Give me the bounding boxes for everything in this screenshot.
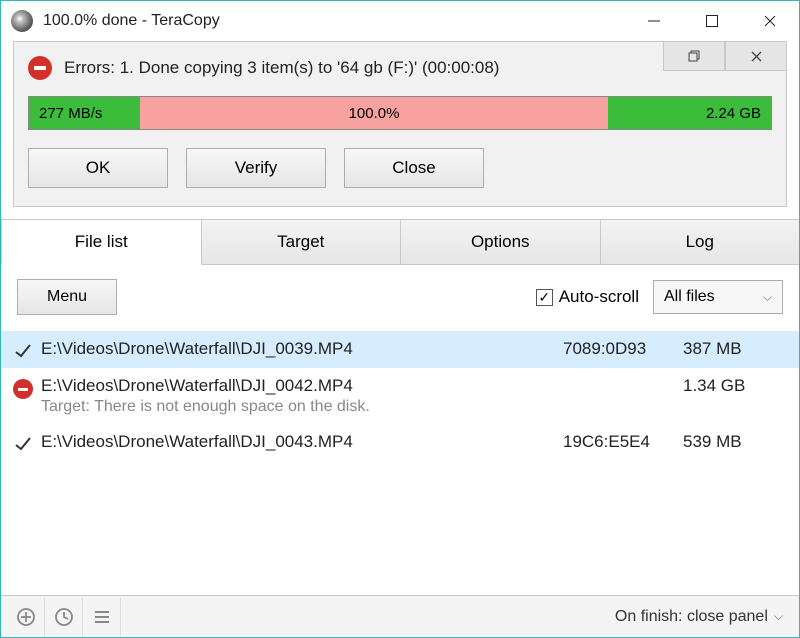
- file-hash: 7089:0D93: [563, 339, 683, 359]
- file-row[interactable]: E:\Videos\Drone\Waterfall\DJI_0043.MP4 1…: [1, 424, 799, 461]
- file-path: E:\Videos\Drone\Waterfall\DJI_0043.MP4: [41, 432, 563, 452]
- restore-panel-button[interactable]: [663, 41, 725, 71]
- file-size: 387 MB: [683, 339, 783, 359]
- statusbar: On finish: close panel ⌵: [1, 595, 799, 637]
- close-panel-button[interactable]: [725, 41, 787, 71]
- file-path: E:\Videos\Drone\Waterfall\DJI_0039.MP4: [41, 339, 563, 359]
- status-panel: Errors: 1. Done copying 3 item(s) to '64…: [13, 41, 787, 207]
- file-path: E:\Videos\Drone\Waterfall\DJI_0042.MP4: [41, 376, 563, 396]
- file-error: Target: There is not enough space on the…: [41, 398, 563, 416]
- status-text: Errors: 1. Done copying 3 item(s) to '64…: [64, 58, 499, 78]
- maximize-button[interactable]: [683, 1, 741, 41]
- window-controls: [625, 1, 799, 41]
- app-icon: [11, 10, 33, 32]
- autoscroll-checkbox[interactable]: ✓ Auto-scroll: [536, 287, 639, 307]
- tab-file-list[interactable]: File list: [1, 219, 202, 265]
- add-button[interactable]: [7, 598, 45, 636]
- ok-button[interactable]: OK: [28, 148, 168, 188]
- file-row[interactable]: E:\Videos\Drone\Waterfall\DJI_0039.MP4 7…: [1, 331, 799, 368]
- autoscroll-label: Auto-scroll: [559, 287, 639, 307]
- window-close-button[interactable]: [741, 1, 799, 41]
- error-icon: [11, 376, 35, 399]
- list-button[interactable]: [83, 598, 121, 636]
- menu-button[interactable]: Menu: [17, 279, 117, 315]
- success-icon: [11, 339, 35, 360]
- file-list: E:\Videos\Drone\Waterfall\DJI_0039.MP4 7…: [1, 329, 799, 461]
- file-hash: 19C6:E5E4: [563, 432, 683, 452]
- file-toolbar: Menu ✓ Auto-scroll All files ⌵: [1, 265, 799, 329]
- on-finish-label: On finish: close panel: [615, 608, 768, 626]
- tab-log[interactable]: Log: [601, 219, 800, 264]
- chevron-down-icon: ⌵: [774, 609, 783, 624]
- window-title: 100.0% done - TeraCopy: [43, 12, 625, 30]
- minimize-button[interactable]: [625, 1, 683, 41]
- progress-bar: 277 MB/s 100.0% 2.24 GB: [28, 96, 772, 130]
- history-button[interactable]: [45, 598, 83, 636]
- tab-options[interactable]: Options: [401, 219, 601, 264]
- panel-controls: [663, 41, 787, 71]
- file-row[interactable]: E:\Videos\Drone\Waterfall\DJI_0042.MP4 T…: [1, 368, 799, 424]
- progress-speed: 277 MB/s: [29, 97, 140, 129]
- on-finish-select[interactable]: On finish: close panel ⌵: [615, 608, 783, 626]
- tabs: File list Target Options Log: [1, 219, 799, 265]
- success-icon: [11, 432, 35, 453]
- titlebar: 100.0% done - TeraCopy: [1, 1, 799, 41]
- file-size: 1.34 GB: [683, 376, 783, 396]
- chevron-down-icon: ⌵: [763, 290, 772, 305]
- progress-percent: 100.0%: [140, 97, 607, 129]
- progress-total: 2.24 GB: [608, 97, 771, 129]
- close-button[interactable]: Close: [344, 148, 484, 188]
- file-size: 539 MB: [683, 432, 783, 452]
- error-icon: [28, 56, 52, 80]
- tab-target[interactable]: Target: [202, 219, 402, 264]
- verify-button[interactable]: Verify: [186, 148, 326, 188]
- filter-value: All files: [664, 288, 715, 306]
- check-icon: ✓: [536, 289, 553, 306]
- filter-select[interactable]: All files ⌵: [653, 280, 783, 314]
